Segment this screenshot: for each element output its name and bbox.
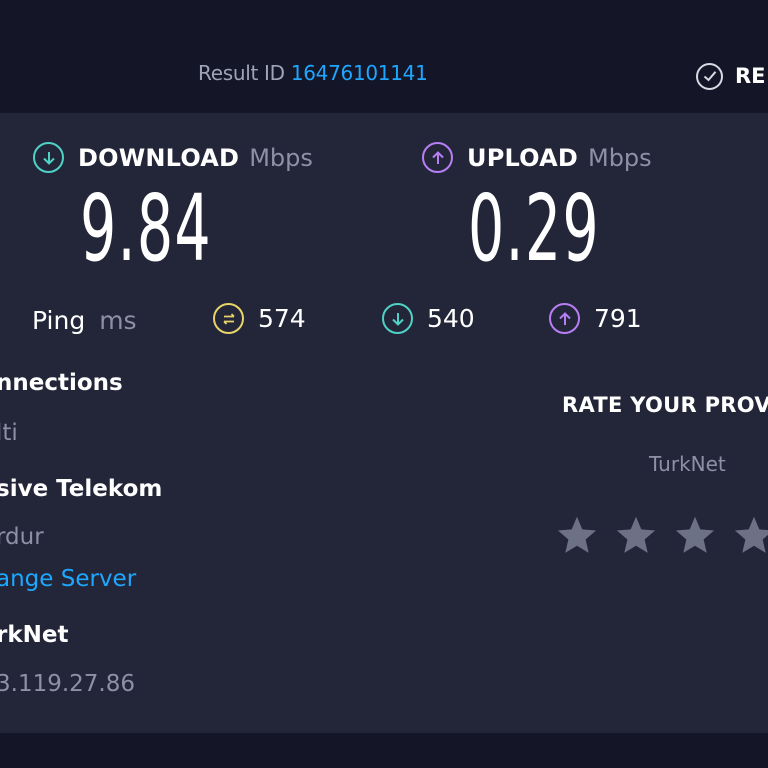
upload-unit: Mbps bbox=[587, 143, 652, 172]
download-unit: Mbps bbox=[249, 143, 313, 172]
result-id-link[interactable]: 16476101141 bbox=[291, 61, 428, 85]
ip-address: 3.119.27.86 bbox=[0, 671, 135, 697]
rate-provider-title: RATE YOUR PROV bbox=[562, 393, 768, 417]
server-location: rdur bbox=[0, 524, 44, 550]
check-circle-icon bbox=[696, 62, 723, 90]
upload-arrow-icon bbox=[422, 142, 453, 173]
download-ping-icon bbox=[382, 303, 413, 334]
download-title: DOWNLOAD bbox=[78, 143, 240, 172]
star-icon[interactable] bbox=[673, 514, 717, 558]
result-id-text: Result ID 16476101141 bbox=[198, 61, 428, 85]
results-button-label: RE bbox=[735, 64, 766, 88]
change-server-link[interactable]: ange Server bbox=[0, 566, 136, 592]
upload-title: UPLOAD bbox=[467, 143, 578, 172]
download-header: DOWNLOAD Mbps bbox=[33, 142, 313, 173]
download-ping[interactable]: 540 bbox=[382, 303, 475, 334]
results-button[interactable]: RE bbox=[696, 60, 766, 92]
download-arrow-icon bbox=[33, 142, 64, 173]
ping-row: Ping ms 574 540 791 bbox=[32, 300, 752, 342]
idle-ping[interactable]: 574 bbox=[213, 303, 306, 334]
ping-label-text: Ping bbox=[32, 306, 86, 335]
upload-speed-value: 0.29 bbox=[468, 175, 600, 282]
star-icon[interactable] bbox=[732, 514, 768, 558]
rate-provider-name: TurkNet bbox=[649, 452, 726, 476]
ping-label: Ping ms bbox=[32, 306, 137, 335]
download-ping-value: 540 bbox=[427, 304, 475, 333]
upload-ping-icon bbox=[549, 303, 580, 334]
upload-header: UPLOAD Mbps bbox=[422, 142, 652, 173]
rating-stars bbox=[555, 514, 768, 558]
idle-ping-icon bbox=[213, 303, 244, 334]
top-bar: Result ID 16476101141 RE bbox=[0, 0, 768, 113]
connections-title: nnections bbox=[0, 370, 123, 396]
server-name: sive Telekom bbox=[0, 476, 163, 502]
idle-ping-value: 574 bbox=[258, 304, 306, 333]
download-speed-value: 9.84 bbox=[80, 175, 212, 282]
upload-ping[interactable]: 791 bbox=[549, 303, 642, 334]
provider-name: rkNet bbox=[0, 622, 69, 648]
star-icon[interactable] bbox=[555, 514, 599, 558]
star-icon[interactable] bbox=[614, 514, 658, 558]
upload-ping-value: 791 bbox=[594, 304, 642, 333]
bottom-bar bbox=[0, 733, 768, 768]
ping-unit: ms bbox=[99, 306, 137, 335]
connections-value[interactable]: lti bbox=[0, 420, 18, 446]
result-id-label: Result ID bbox=[198, 61, 285, 85]
